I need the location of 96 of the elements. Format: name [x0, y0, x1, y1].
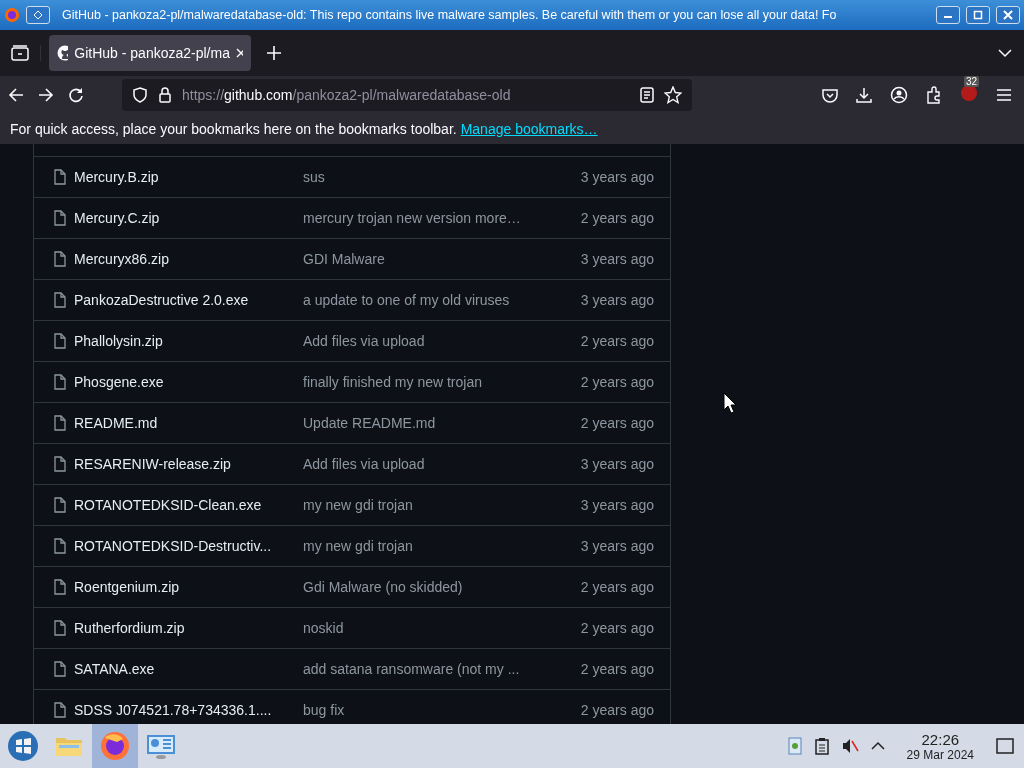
show-desktop-icon[interactable]: [996, 738, 1014, 754]
manage-bookmarks-link[interactable]: Manage bookmarks…: [460, 121, 598, 137]
forward-icon[interactable]: [38, 87, 54, 103]
back-icon[interactable]: [8, 87, 24, 103]
browser-icon: [99, 730, 131, 762]
download-icon[interactable]: [856, 87, 872, 103]
file-name-link[interactable]: Phosgene.exe: [74, 374, 303, 390]
commit-message-link[interactable]: mercury trojan new version more…: [303, 210, 581, 226]
file-icon: [54, 169, 66, 185]
clipboard-icon[interactable]: [814, 737, 829, 755]
commit-message-link[interactable]: my new gdi trojan: [303, 497, 581, 513]
minimize-button[interactable]: [936, 6, 960, 24]
file-icon: [54, 702, 66, 718]
commit-time: 2 years ago: [580, 620, 654, 636]
commit-time: 3 years ago: [580, 251, 654, 267]
commit-message-link[interactable]: Update README.md: [303, 415, 581, 431]
file-name-link[interactable]: SDSS J074521.78+734336.1....: [74, 702, 303, 718]
commit-message-link[interactable]: bug fix: [303, 702, 581, 718]
commit-message-link[interactable]: add satana ransomware (not my ...: [303, 661, 581, 677]
maximize-button[interactable]: [966, 6, 990, 24]
file-name-link[interactable]: ROTANOTEDKSID-Clean.exe: [74, 497, 303, 513]
taskbar-button[interactable]: [92, 724, 138, 768]
commit-time: 3 years ago: [580, 538, 654, 554]
shield-icon: [132, 87, 148, 103]
clock-time: 22:26: [921, 730, 960, 748]
tab-list-icon[interactable]: [11, 45, 29, 61]
chevron-down-icon[interactable]: [998, 48, 1012, 58]
file-icon: [54, 538, 66, 554]
commit-message-link[interactable]: a update to one of my old viruses: [303, 292, 581, 308]
account-icon[interactable]: [890, 86, 908, 104]
commit-message-link[interactable]: Add files via upload: [303, 333, 581, 349]
clock-date: 29 Mar 2024: [906, 747, 974, 762]
bookmarks-message: For quick access, place your bookmarks here on the bookmarks toolbar.: [10, 121, 457, 137]
browser-tab[interactable]: GitHub - pankoza2-pl/ma: [49, 35, 251, 71]
window-menu-button[interactable]: [26, 6, 50, 24]
commit-time: 3 years ago: [580, 497, 654, 513]
diamond-icon: [33, 10, 43, 20]
commit-message-link[interactable]: noskid: [303, 620, 581, 636]
file-name-link[interactable]: Mercuryx86.zip: [74, 251, 303, 267]
commit-message-link[interactable]: my new gdi trojan: [303, 538, 581, 554]
chevron-up-icon[interactable]: [870, 741, 885, 751]
file-icon: [54, 661, 66, 677]
commit-message-link[interactable]: Gdi Malware (no skidded): [303, 579, 581, 595]
file-name-link[interactable]: ROTANOTEDKSID-Destructiv...: [74, 538, 303, 554]
menu-icon[interactable]: [996, 87, 1012, 103]
file-name-link[interactable]: README.md: [74, 415, 303, 431]
commit-time: 3 years ago: [580, 169, 654, 185]
file-icon: [54, 620, 66, 636]
file-icon: [54, 333, 66, 349]
commit-time: 3 years ago: [580, 456, 654, 472]
lock-icon: [158, 87, 172, 103]
close-icon: [1003, 10, 1013, 20]
mouse-pointer-icon: [723, 392, 737, 414]
commit-time: 2 years ago: [580, 333, 654, 349]
commit-time: 3 years ago: [580, 292, 654, 308]
file-icon: [54, 210, 66, 226]
file-name-link[interactable]: Mercury.B.zip: [74, 169, 303, 185]
file-icon: [54, 251, 66, 267]
commit-time: 2 years ago: [580, 702, 654, 718]
file-name-link[interactable]: Rutherfordium.zip: [74, 620, 303, 636]
reader-view-icon[interactable]: [640, 87, 654, 103]
commit-message-link[interactable]: sus: [303, 169, 581, 185]
browser-icon: [4, 7, 20, 23]
muted-speaker-icon[interactable]: [840, 738, 859, 754]
pocket-icon[interactable]: [822, 87, 838, 103]
close-tab-icon[interactable]: [235, 48, 243, 58]
file-name-link[interactable]: Phallolysin.zip: [74, 333, 303, 349]
commit-time: 2 years ago: [580, 661, 654, 677]
file-name-link[interactable]: RESARENIW-release.zip: [74, 456, 303, 472]
commit-time: 2 years ago: [580, 210, 654, 226]
file-icon: [54, 374, 66, 390]
puzzle-icon[interactable]: [926, 86, 942, 104]
count-badge: 32: [964, 76, 980, 87]
reload-icon[interactable]: [68, 87, 84, 103]
file-icon: [54, 456, 66, 472]
address-field[interactable]: https://github.com/pankoza2-pl/malwaredatabase-old: [122, 79, 692, 111]
commit-time: 2 years ago: [580, 415, 654, 431]
file-icon: [54, 415, 66, 431]
file-name-link[interactable]: SATANA.exe: [74, 661, 303, 677]
commit-message-link[interactable]: finally finished my new trojan: [303, 374, 581, 390]
file-name-link[interactable]: PankozaDestructive 2.0.exe: [74, 292, 303, 308]
close-button[interactable]: [996, 6, 1020, 24]
new-tab-icon[interactable]: [267, 46, 281, 60]
file-icon: [54, 497, 66, 513]
start-orb-icon[interactable]: [7, 730, 39, 762]
maximize-icon: [973, 10, 983, 20]
file-name-link[interactable]: Roentgenium.zip: [74, 579, 303, 595]
star-icon[interactable]: [664, 86, 682, 104]
commit-message-link[interactable]: GDI Malware: [303, 251, 581, 267]
commit-message-link[interactable]: Add files via upload: [303, 456, 581, 472]
commit-time: 2 years ago: [580, 579, 654, 595]
file-icon: [54, 292, 66, 308]
window-title: GitHub - pankoza2-pl/malwaredatabase-old: This repo contains live malware samples. Be careful with them or you can lose all your data! Fo: [61, 8, 838, 22]
file-icon: [54, 579, 66, 595]
commit-time: 2 years ago: [580, 374, 654, 390]
file-name-link[interactable]: Mercury.C.zip: [74, 210, 303, 226]
